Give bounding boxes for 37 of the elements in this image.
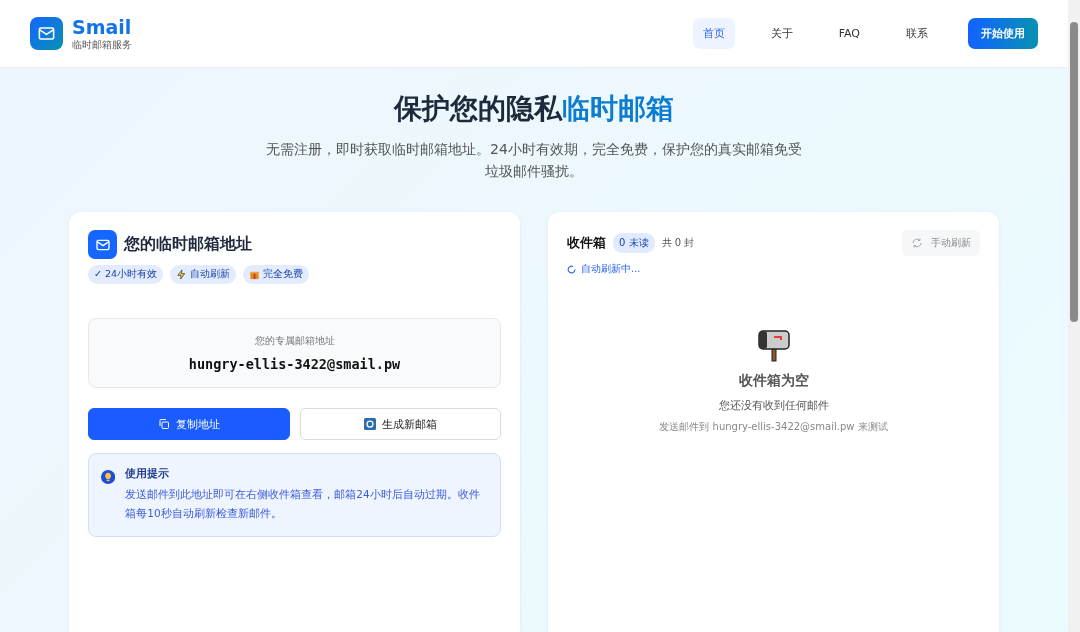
gift-icon	[249, 269, 261, 280]
feature-badge: ✓ 24小时有效	[88, 265, 164, 284]
total-count: 共 0 封	[661, 236, 695, 250]
envelope-icon	[37, 24, 56, 43]
new-mailbox-button[interactable]: 生成新邮箱	[299, 408, 501, 440]
hero-title: 保护您的隐私临时邮箱	[394, 91, 674, 127]
inbox-title: 收件箱	[567, 234, 606, 252]
brand-tagline: 临时邮箱服务	[72, 37, 132, 52]
scrollbar[interactable]	[1068, 0, 1080, 632]
mailbox-icon	[756, 328, 791, 362]
address-label: 您的专属邮箱地址	[254, 334, 335, 348]
start-button[interactable]: 开始使用	[968, 18, 1038, 49]
nav-link[interactable]: 联系	[896, 18, 938, 49]
nav-link[interactable]: FAQ	[828, 19, 870, 48]
email-address: hungry-ellis-3422@smail.pw	[188, 356, 401, 372]
spinner-icon	[567, 264, 576, 274]
empty-hint: 发送邮件到 hungry-ellis-3422@smail.pw 来测试	[659, 420, 888, 434]
nav-link[interactable]: 首页	[692, 18, 735, 49]
refresh-icon	[911, 237, 923, 249]
refresh-button[interactable]: 手动刷新	[902, 230, 980, 256]
tip-text: 发送邮件到此地址即可在右侧收件箱查看，邮箱24小时后自动过期。收件箱每10秒自动刷新检查新邮件。	[125, 487, 481, 521]
copy-button[interactable]: 复制地址	[88, 408, 290, 440]
copy-icon	[157, 418, 170, 430]
auto-refresh-status: 自动刷新中...	[567, 262, 980, 276]
card-title: 您的临时邮箱地址	[124, 234, 252, 255]
feature-badge: 自动刷新	[170, 265, 237, 284]
brand-name: Smail	[72, 15, 132, 38]
refresh-icon	[363, 418, 376, 430]
hero-subtitle: 无需注册，即时获取临时邮箱地址。24小时有效期，完全免费，保护您的真实邮箱免受垃圾邮件骚扰。	[265, 140, 803, 181]
lightning-icon	[176, 269, 188, 280]
unread-count: 0 未读	[613, 233, 655, 253]
lightbulb-icon	[101, 467, 116, 487]
feature-badge: 完全免费	[243, 265, 310, 284]
tip-title: 使用提示	[125, 467, 171, 481]
empty-title: 收件箱为空	[738, 372, 809, 390]
empty-text: 您还没有收到任何邮件	[718, 399, 829, 413]
nav-link[interactable]: 关于	[760, 18, 803, 49]
